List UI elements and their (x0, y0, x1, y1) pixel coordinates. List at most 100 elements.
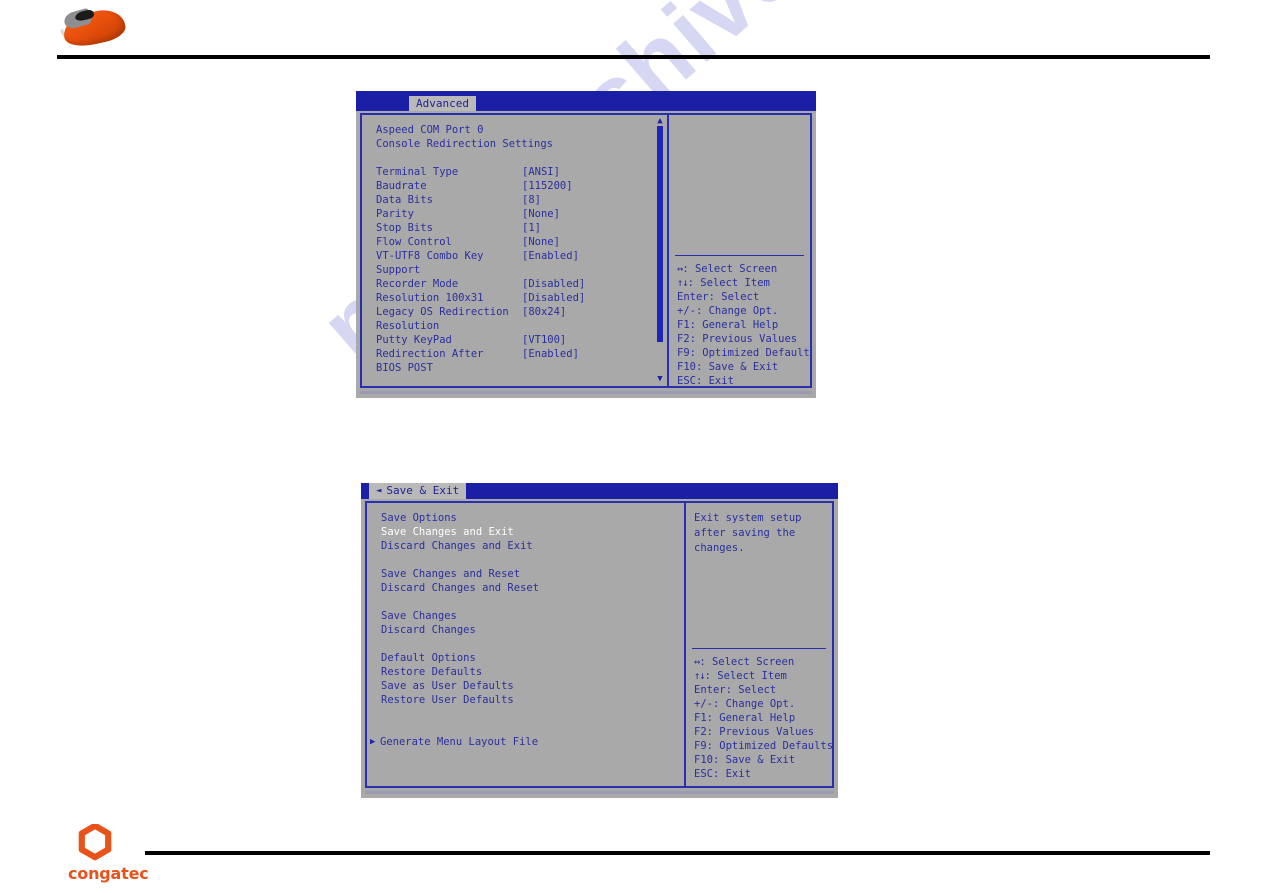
setting-label: BIOS POST (376, 362, 433, 374)
setting-value: [Disabled] (522, 278, 586, 290)
menu-item-save-changes[interactable]: Save Changes (381, 609, 680, 623)
heading-label: Console Redirection Settings (376, 138, 554, 150)
help-key-f2: F2: Previous Values (694, 726, 815, 738)
up-down-arrow-icon: ↑↓ (694, 670, 706, 682)
setting-row-data-bits[interactable]: Data Bits [8] (376, 193, 663, 207)
help-key-f9: F9: Optimized Defaults (677, 347, 810, 359)
setting-value: [Disabled] (522, 292, 586, 304)
setting-row-vt-utf8-combo-key[interactable]: VT-UTF8 Combo Key [Enabled] (376, 249, 663, 263)
setting-value: [ANSI] (522, 166, 560, 178)
spacer-row (381, 707, 680, 721)
menu-item-discard-changes-and-exit[interactable]: Discard Changes and Exit (381, 539, 680, 553)
help-pane: Exit system setup after saving the chang… (684, 503, 832, 786)
setting-row-support-cont: Support (376, 263, 663, 277)
help-key-change-opt: +/-: Change Opt. (677, 305, 779, 317)
menu-item-discard-changes[interactable]: Discard Changes (381, 623, 680, 637)
up-down-arrow-icon: ↑↓ (677, 277, 689, 289)
menu-item-save-changes-and-reset[interactable]: Save Changes and Reset (381, 567, 680, 581)
bios-screenshot-advanced: Advanced Aspeed COM Port 0 Console Redir… (356, 91, 816, 398)
settings-list: Aspeed COM Port 0 Console Redirection Se… (376, 123, 663, 375)
section-heading: Console Redirection Settings (376, 137, 663, 151)
setting-row-parity[interactable]: Parity [None] (376, 207, 663, 221)
setting-label: Resolution (376, 320, 440, 332)
setting-row-baudrate[interactable]: Baudrate [115200] (376, 179, 663, 193)
setting-value: [1] (522, 222, 541, 234)
help-key-select-screen: ↔: Select Screen (677, 262, 806, 276)
setting-label: Redirection After (376, 348, 484, 360)
tab-save-and-exit[interactable]: ◄ Save & Exit (369, 483, 467, 499)
submenu-arrow-icon: ▶ (370, 737, 376, 747)
scrollbar-thumb[interactable] (657, 126, 663, 342)
help-key-text: : Select Item (687, 277, 770, 289)
menu-item-discard-changes-and-reset[interactable]: Discard Changes and Reset (381, 581, 680, 595)
help-key-select-item: ↑↓: Select Item (694, 669, 828, 683)
heading-save-options: Save Options (381, 511, 680, 525)
setting-row-resolution-100x31[interactable]: Resolution 100x31 [Disabled] (376, 291, 663, 305)
tab-advanced[interactable]: Advanced (409, 96, 476, 111)
heading-label: Aspeed COM Port 0 (376, 124, 484, 136)
setting-value: [115200] (522, 180, 573, 192)
setting-value: [8] (522, 194, 541, 206)
setting-row-flow-control[interactable]: Flow Control [None] (376, 235, 663, 249)
bios-screenshot-save-exit: ◄ Save & Exit Save Options Save Changes … (361, 483, 838, 798)
heading-default-options: Default Options (381, 651, 680, 665)
setting-value: [Enabled] (522, 348, 579, 360)
settings-pane: Aspeed COM Port 0 Console Redirection Se… (362, 115, 667, 386)
congatec-hexagon-logo: congatec (68, 824, 173, 886)
menu-item-save-changes-and-exit[interactable]: Save Changes and Exit (381, 525, 680, 539)
bios-menubar: Advanced (356, 96, 816, 111)
exit-options-list: Save Options Save Changes and Exit Disca… (370, 511, 680, 749)
menu-item-label: Discard Changes and Reset (381, 582, 540, 594)
setting-row-legacy-os-redirection[interactable]: Legacy OS Redirection [80x24] (376, 305, 663, 319)
setting-label: Data Bits (376, 194, 433, 206)
setting-label: Resolution 100x31 (376, 292, 484, 304)
setting-row-recorder-mode[interactable]: Recorder Mode [Disabled] (376, 277, 663, 291)
help-key-f10: F10: Save & Exit (677, 361, 779, 373)
setting-value: [Enabled] (522, 250, 579, 262)
menu-item-save-as-user-defaults[interactable]: Save as User Defaults (381, 679, 680, 693)
hexagon-ring-icon (78, 824, 112, 861)
help-key-text: : Select Item (704, 670, 787, 682)
help-description: Exit system setup after saving the chang… (694, 512, 802, 554)
page-footer: congatec (0, 818, 1263, 893)
menu-item-restore-user-defaults[interactable]: Restore User Defaults (381, 693, 680, 707)
help-divider (692, 648, 826, 649)
computer-mouse-logo (57, 5, 129, 51)
setting-label: Putty KeyPad (376, 334, 452, 346)
menu-item-label: Discard Changes (381, 624, 476, 636)
setting-row-putty-keypad[interactable]: Putty KeyPad [VT100] (376, 333, 663, 347)
scroll-up-arrow-icon[interactable]: ▲ (655, 117, 665, 126)
bios-bottom-bar (365, 791, 834, 794)
help-key-f2: F2: Previous Values (677, 333, 798, 345)
congatec-wordmark: congatec (68, 864, 149, 883)
spacer-row (381, 637, 680, 651)
help-key-f1: F1: General Help (694, 712, 796, 724)
scroll-down-arrow-icon[interactable]: ▼ (655, 375, 665, 384)
settings-scrollbar[interactable]: ▲ ▼ (654, 115, 666, 386)
menu-item-label: Restore Defaults (381, 666, 483, 678)
setting-value: [None] (522, 208, 560, 220)
setting-row-stop-bits[interactable]: Stop Bits [1] (376, 221, 663, 235)
bios-content-frame: Save Options Save Changes and Exit Disca… (365, 501, 834, 788)
setting-row-redirection-after[interactable]: Redirection After [Enabled] (376, 347, 663, 361)
help-key-text: : Select Screen (682, 263, 778, 275)
exit-options-pane: Save Options Save Changes and Exit Disca… (367, 503, 684, 786)
help-pane: ↔: Select Screen ↑↓: Select Item Enter: … (667, 115, 810, 386)
help-key-enter: Enter: Select (694, 684, 777, 696)
spacer-row (381, 721, 680, 735)
chevron-left-icon: ◄ (376, 485, 382, 496)
menu-item-restore-defaults[interactable]: Restore Defaults (381, 665, 680, 679)
help-key-f1: F1: General Help (677, 319, 779, 331)
help-key-change-opt: +/-: Change Opt. (694, 698, 796, 710)
heading-label: Save Options (381, 512, 457, 524)
menu-item-generate-menu-layout-file[interactable]: ▶ Generate Menu Layout File (370, 735, 680, 749)
setting-row-bios-post-cont: BIOS POST (376, 361, 663, 375)
menu-item-label: Save Changes (381, 610, 457, 622)
help-key-f9: F9: Optimized Defaults (694, 740, 832, 752)
spacer-row (381, 553, 680, 567)
setting-row-terminal-type[interactable]: Terminal Type [ANSI] (376, 165, 663, 179)
help-key-f10: F10: Save & Exit (694, 754, 796, 766)
page-header (0, 0, 1263, 70)
setting-row-resolution-cont: Resolution (376, 319, 663, 333)
spacer-row (376, 151, 663, 165)
